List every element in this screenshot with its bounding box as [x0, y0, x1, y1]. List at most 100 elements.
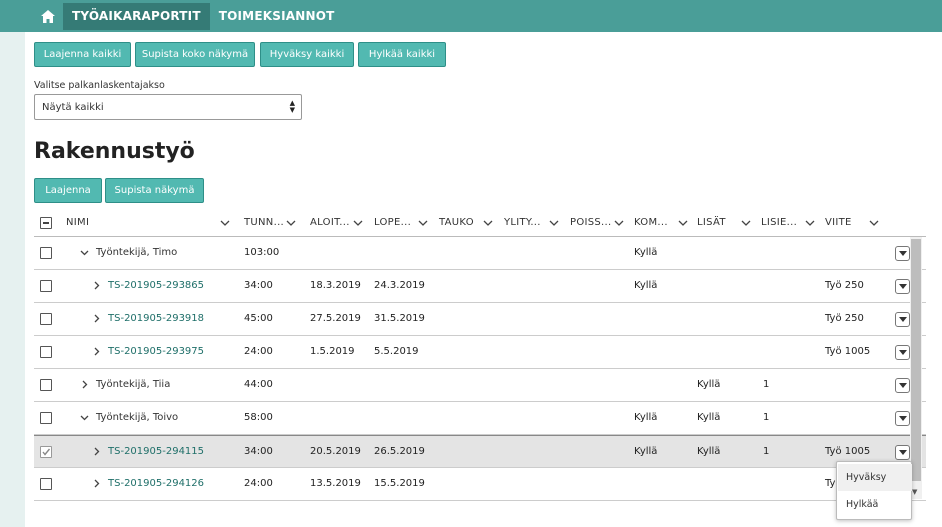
cell-end: 5.5.2019 [374, 346, 419, 357]
cell-start: 27.5.2019 [310, 313, 361, 324]
scroll-down-icon[interactable]: ▼ [912, 488, 917, 496]
cell-end: 15.5.2019 [374, 478, 425, 489]
chevron-down-icon[interactable] [483, 219, 493, 227]
column-header-absence[interactable]: POISS... [570, 217, 611, 228]
chevron-right-icon[interactable] [92, 447, 101, 456]
chevron-right-icon[interactable] [92, 281, 101, 290]
employee-name: Työntekijä, Toivo [96, 412, 179, 423]
reject-menu-item[interactable]: Hylkää [838, 491, 912, 518]
chevron-right-icon[interactable] [92, 347, 101, 356]
row-checkbox[interactable] [40, 346, 52, 358]
row-checkbox[interactable] [40, 446, 52, 458]
table-row[interactable]: TS-201905-293975 24:00 1.5.2019 5.5.2019 Työ… [34, 336, 926, 369]
row-checkbox[interactable] [40, 313, 52, 325]
chevron-down-icon[interactable] [549, 219, 559, 227]
cell-end: 31.5.2019 [374, 313, 425, 324]
caret-down-icon [898, 349, 907, 355]
column-header-name[interactable]: NIMI [66, 217, 89, 228]
approve-all-button[interactable]: Hyväksy kaikki [260, 42, 354, 67]
table-row[interactable]: TS-201905-293918 45:00 27.5.2019 31.5.2019 T… [34, 303, 926, 336]
cell-extras: Kyllä [697, 412, 721, 423]
table-row[interactable]: Työntekijä, Tiia 44:00 Kyllä 1 [34, 369, 926, 402]
collapse-view-button[interactable]: Supista näkymä [105, 178, 204, 203]
table-row[interactable]: TS-201905-293865 34:00 18.3.2019 24.3.2019 K… [34, 270, 926, 303]
cell-kom: Kyllä [634, 280, 658, 291]
column-header-break[interactable]: TAUKO [439, 217, 474, 228]
chevron-down-icon[interactable] [805, 219, 815, 227]
cell-hours: 24:00 [244, 346, 273, 357]
cell-hours: 24:00 [244, 478, 273, 489]
table-row[interactable]: Työntekijä, Toivo 58:00 Kyllä Kyllä 1 [34, 402, 926, 435]
caret-down-icon [898, 449, 907, 455]
approve-menu-item[interactable]: Hyväksy [838, 464, 912, 491]
table-scrollbar[interactable]: ▼ [910, 237, 922, 499]
row-menu-button[interactable] [895, 345, 910, 360]
chevron-down-icon[interactable] [418, 219, 428, 227]
select-arrows-icon: ▲ ▼ [289, 99, 295, 114]
cell-attachments: 1 [763, 412, 770, 423]
timesheet-link[interactable]: TS-201905-294115 [108, 446, 204, 457]
cell-start: 20.5.2019 [310, 446, 361, 457]
column-header-attachments[interactable]: LISIE... [761, 217, 797, 228]
tab-assignments[interactable]: TOIMEKSIANNOT [210, 3, 344, 30]
row-menu-button[interactable] [895, 279, 910, 294]
chevron-right-icon[interactable] [80, 380, 89, 389]
expand-button[interactable]: Laajenna [34, 178, 102, 203]
column-header-start[interactable]: ALOIT... [310, 217, 350, 228]
employee-name: Työntekijä, Tiia [96, 379, 171, 390]
period-select[interactable]: Näytä kaikki ▲ ▼ [34, 94, 302, 120]
column-header-hours[interactable]: TUNN... [244, 217, 284, 228]
expand-all-button[interactable]: Laajenna kaikki [34, 42, 131, 67]
chevron-down-icon[interactable] [80, 413, 89, 422]
chevron-down-icon[interactable] [353, 219, 363, 227]
row-checkbox[interactable] [40, 280, 52, 292]
timesheet-link[interactable]: TS-201905-293865 [108, 280, 204, 291]
home-icon [41, 9, 55, 23]
row-menu-button[interactable] [895, 246, 910, 261]
cell-attachments: 1 [763, 446, 770, 457]
reject-all-button[interactable]: Hylkää kaikki [358, 42, 446, 67]
column-header-end[interactable]: LOPE... [374, 217, 411, 228]
cell-reference: Ty [825, 478, 836, 489]
column-header-extras[interactable]: LISÄT [697, 217, 726, 228]
cell-end: 24.3.2019 [374, 280, 425, 291]
column-header-kom[interactable]: KOM... [634, 217, 668, 228]
chevron-down-icon[interactable] [220, 219, 230, 227]
cell-hours: 44:00 [244, 379, 273, 390]
cell-start: 13.5.2019 [310, 478, 361, 489]
column-header-reference[interactable]: VIITE [825, 217, 852, 228]
timesheet-link[interactable]: TS-201905-293918 [108, 313, 204, 324]
timesheet-link[interactable]: TS-201905-293975 [108, 346, 204, 357]
row-checkbox[interactable] [40, 478, 52, 490]
chevron-down-icon[interactable] [614, 219, 624, 227]
row-checkbox[interactable] [40, 247, 52, 259]
scrollbar-thumb[interactable] [911, 239, 921, 481]
chevron-down-icon[interactable] [869, 219, 879, 227]
chevron-right-icon[interactable] [92, 479, 101, 488]
row-menu-button[interactable] [895, 378, 910, 393]
table-row[interactable]: Työntekijä, Timo 103:00 Kyllä [34, 237, 926, 270]
column-header-overtime[interactable]: YLITY... [504, 217, 541, 228]
row-menu-button[interactable] [895, 312, 910, 327]
cell-extras: Kyllä [697, 379, 721, 390]
cell-reference: Työ 1005 [825, 346, 871, 357]
row-menu-button[interactable] [895, 411, 910, 426]
cell-hours: 34:00 [244, 446, 273, 457]
chevron-down-icon[interactable] [286, 219, 296, 227]
tab-timesheet-reports[interactable]: TYÖAIKARAPORTIT [63, 2, 210, 30]
chevron-right-icon[interactable] [92, 314, 101, 323]
row-checkbox[interactable] [40, 379, 52, 391]
select-all-checkbox[interactable] [40, 217, 52, 229]
cell-end: 26.5.2019 [374, 446, 425, 457]
row-menu-button[interactable] [895, 445, 910, 460]
row-checkbox[interactable] [40, 412, 52, 424]
cell-reference: Työ 250 [825, 313, 864, 324]
chevron-down-icon[interactable] [80, 248, 89, 257]
home-button[interactable] [33, 0, 63, 32]
collapse-all-button[interactable]: Supista koko näkymä [135, 42, 255, 67]
timesheet-link[interactable]: TS-201905-294126 [108, 478, 204, 489]
chevron-down-icon[interactable] [741, 219, 751, 227]
chevron-down-icon[interactable] [678, 219, 688, 227]
table-row[interactable]: TS-201905-294115 34:00 20.5.2019 26.5.2019 K… [34, 435, 926, 468]
table-row[interactable]: TS-201905-294126 24:00 13.5.2019 15.5.2019 T… [34, 468, 926, 501]
